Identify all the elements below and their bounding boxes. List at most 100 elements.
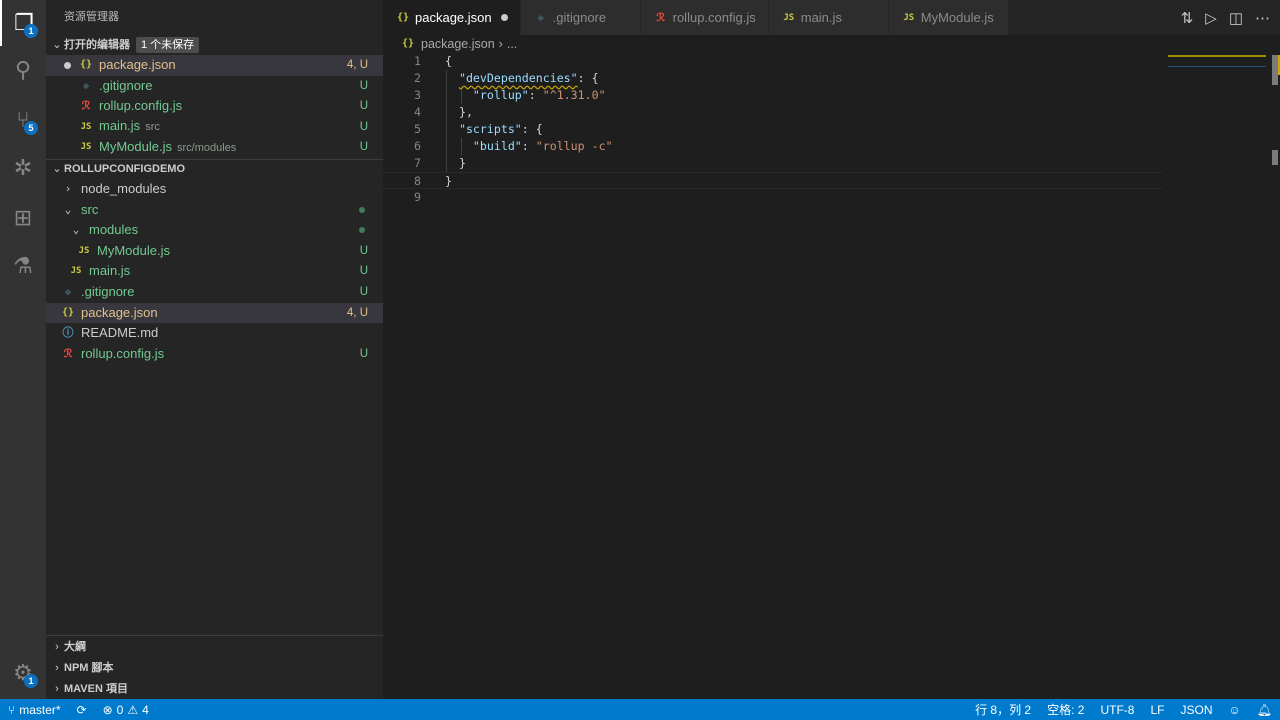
- search-icon[interactable]: ⚲: [0, 47, 46, 93]
- split-editor-icon[interactable]: ◫: [1229, 9, 1243, 27]
- code-line: 5 "scripts": {: [383, 121, 1163, 138]
- info-file-icon: ⓘ: [62, 326, 74, 340]
- code-token: "scripts": [458, 122, 522, 136]
- chevron-down-icon: ⌄: [72, 223, 80, 237]
- line-number: 5: [414, 122, 421, 136]
- line-number: 9: [414, 190, 421, 204]
- notifications-bell-icon[interactable]: 🔔︎: [1249, 701, 1280, 718]
- debug-icon[interactable]: ✲: [0, 145, 46, 191]
- open-editor-item[interactable]: JS MyModule.js src/modules U: [46, 137, 383, 158]
- branch-indicator[interactable]: ⑂ master*: [0, 703, 69, 717]
- chevron-right-icon: ›: [55, 661, 59, 674]
- code-token: },: [445, 105, 473, 119]
- error-icon: ⊗: [102, 702, 113, 717]
- js-file-icon: JS: [80, 121, 92, 132]
- tree-item[interactable]: ⌄ src: [46, 200, 383, 221]
- encoding[interactable]: UTF-8: [1092, 701, 1142, 718]
- tab-label: .gitignore: [552, 10, 607, 25]
- section-label: 大綱: [64, 640, 86, 653]
- explorer-icon[interactable]: ❐ 1: [0, 0, 46, 46]
- open-changes-icon[interactable]: ⇅: [1181, 9, 1194, 27]
- code-token: "build": [472, 139, 522, 153]
- tree-item[interactable]: ◆ .gitignore U: [46, 282, 383, 303]
- open-editor-item[interactable]: ℛ rollup.config.js U: [46, 96, 383, 117]
- source-control-icon[interactable]: ⑂ 5: [0, 97, 46, 143]
- file-name: rollup.config.js: [81, 345, 165, 361]
- tab-bar: {} package.json ◆ .gitignore ℛrollup.config.…: [383, 0, 1280, 35]
- git-file-icon: ◆: [82, 78, 90, 92]
- tab-rollup-config-js[interactable]: ℛrollup.config.js: [640, 0, 769, 35]
- sync-button[interactable]: ⟳: [69, 703, 95, 717]
- tab-package-json[interactable]: {} package.json: [383, 0, 521, 35]
- file-name: node_modules: [81, 180, 167, 196]
- settings-gear-icon[interactable]: ⚙ 1: [0, 650, 46, 696]
- scrollbar-thumb[interactable]: [1272, 150, 1278, 165]
- run-icon[interactable]: ▷: [1205, 9, 1217, 27]
- git-status: U: [359, 79, 368, 92]
- open-editors-header[interactable]: ⌄ 打开的编辑器 1 个未保存: [46, 35, 383, 55]
- file-name: .gitignore: [99, 77, 153, 93]
- file-name: .gitignore: [81, 283, 135, 299]
- code-token: "^1.31.0": [542, 88, 606, 102]
- warning-icon: ⚠: [127, 702, 139, 717]
- git-status: 4, U: [346, 306, 368, 319]
- file-path: src: [145, 121, 160, 134]
- indentation[interactable]: 空格: 2: [1039, 701, 1092, 718]
- code-token: :: [521, 139, 536, 153]
- branch-name: master*: [19, 702, 61, 717]
- code-editor[interactable]: 1{2 "devDependencies": {3 "rollup": "^1.…: [383, 53, 1163, 206]
- code-line: 4 },: [383, 104, 1163, 121]
- minimap[interactable]: [1168, 55, 1266, 67]
- project-header[interactable]: ⌄ ROLLUPCONFIGDEMO: [46, 158, 383, 179]
- tree-item[interactable]: JS MyModule.js U: [46, 241, 383, 262]
- section-label: MAVEN 項目: [64, 682, 128, 695]
- git-status: 4, U: [346, 59, 368, 71]
- file-name: modules: [89, 222, 139, 238]
- feedback-smiley-icon[interactable]: ☺: [1221, 701, 1249, 718]
- rollup-file-icon: ℛ: [63, 346, 73, 360]
- code-token: : {: [521, 122, 543, 136]
- cursor-position[interactable]: 行 8，列 2: [967, 701, 1039, 718]
- breadcrumb: {} package.json › ...: [400, 35, 517, 53]
- open-editor-item[interactable]: JS main.js src U: [46, 117, 383, 138]
- maven-section[interactable]: › MAVEN 項目: [46, 678, 383, 699]
- extensions-icon[interactable]: ⊞: [0, 195, 46, 241]
- chevron-down-icon: ⌄: [52, 163, 62, 176]
- tree-item[interactable]: ⓘ README.md: [46, 323, 383, 344]
- json-file-icon: {}: [401, 38, 415, 49]
- npm-scripts-section[interactable]: › NPM 腳本: [46, 657, 383, 678]
- end-of-line[interactable]: LF: [1142, 701, 1172, 718]
- tree-item[interactable]: ⌄ modules: [46, 220, 383, 241]
- testing-icon[interactable]: ⚗: [0, 243, 46, 289]
- unsaved-dot-icon[interactable]: [64, 55, 78, 76]
- scm-badge: 5: [24, 121, 38, 135]
- json-file-icon: {}: [396, 12, 410, 23]
- tree-item[interactable]: ℛrollup.config.js U: [46, 344, 383, 365]
- code-token: }: [445, 156, 466, 170]
- language-mode[interactable]: JSON: [1172, 701, 1220, 718]
- explorer-sidebar: 资源管理器 ⌄ 打开的编辑器 1 个未保存 {} package.json 4, U…: [46, 0, 383, 699]
- code-token: "devDependencies": [458, 71, 578, 85]
- tree-item[interactable]: JS main.js U: [46, 261, 383, 282]
- problems-indicator[interactable]: ⊗ 0 ⚠ 4: [95, 703, 157, 717]
- open-editor-item[interactable]: {} package.json 4, U: [46, 55, 383, 76]
- code-line: 9: [383, 189, 1163, 206]
- tree-item[interactable]: {} package.json 4, U: [46, 302, 383, 324]
- unsaved-dot-icon[interactable]: [500, 14, 508, 21]
- json-file-icon: {}: [79, 59, 93, 70]
- more-actions-icon[interactable]: ⋯: [1255, 9, 1270, 27]
- tree-item[interactable]: › node_modules: [46, 179, 383, 200]
- tab-main-js[interactable]: JS main.js: [768, 0, 889, 35]
- breadcrumb-file[interactable]: package.json: [421, 35, 495, 53]
- rollup-file-icon: ℛ: [81, 99, 91, 113]
- js-file-icon: JS: [903, 12, 915, 23]
- file-name: README.md: [81, 325, 159, 341]
- tab--gitignore[interactable]: ◆ .gitignore: [520, 0, 641, 35]
- tab-label: package.json: [415, 10, 492, 25]
- chevron-down-icon: ⌄: [64, 202, 72, 216]
- outline-section[interactable]: › 大綱: [46, 636, 383, 657]
- open-editor-item[interactable]: ◆ .gitignore U: [46, 76, 383, 97]
- breadcrumb-rest[interactable]: ...: [507, 35, 517, 53]
- file-name: MyModule.js: [97, 242, 170, 258]
- tab-MyModule-js[interactable]: JS MyModule.js: [888, 0, 1009, 35]
